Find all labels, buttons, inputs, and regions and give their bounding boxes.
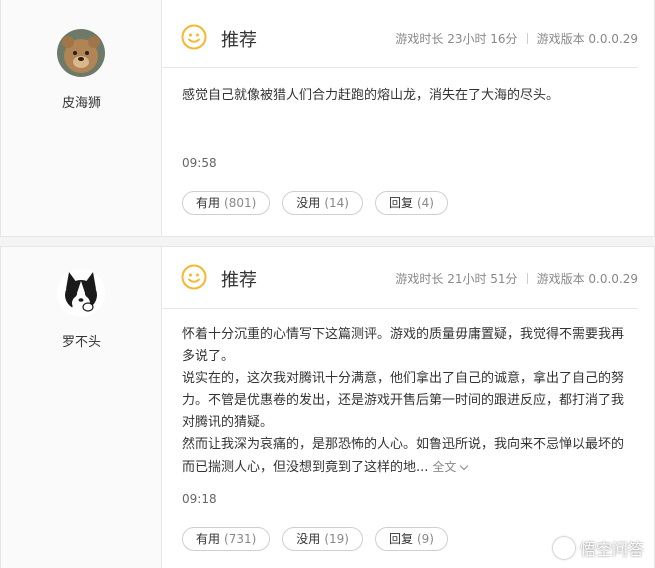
verdict-label: 推荐 xyxy=(221,30,257,51)
useless-label: 没用 xyxy=(296,532,321,546)
avatar[interactable] xyxy=(57,29,105,77)
expand-link[interactable]: 全文 xyxy=(432,460,469,474)
divider xyxy=(526,273,528,284)
reply-label: 回复 xyxy=(388,532,413,546)
username[interactable]: 罗不头 xyxy=(1,331,162,350)
review-main: 推荐 游戏时长 23小时 16分 游戏版本 0.0.0.29 感觉自己就像被猎人们… xyxy=(163,0,654,236)
review-time: 09:58 xyxy=(182,156,217,170)
game-version: 游戏版本 0.0.0.29 xyxy=(536,272,638,286)
review-header: 推荐 游戏时长 23小时 16分 游戏版本 0.0.0.29 xyxy=(163,0,638,68)
review-text: 怀着十分沉重的心情写下这篇测评。游戏的质量毋庸置疑，我觉得不需要我再多说了。 说实… xyxy=(182,327,625,475)
game-version: 游戏版本 0.0.0.29 xyxy=(536,32,638,46)
reply-count: (4) xyxy=(416,196,434,210)
card-separator xyxy=(0,237,655,246)
useless-button[interactable]: 没用 (19) xyxy=(282,527,363,551)
useful-count: (801) xyxy=(224,196,257,210)
wukong-logo-icon xyxy=(552,537,575,559)
reviewer-panel: 皮海狮 xyxy=(1,0,162,236)
expand-label: 全文 xyxy=(432,460,457,474)
review-actions: 有用 (731) 没用 (19) 回复 (9) xyxy=(182,527,448,551)
chevron-down-icon xyxy=(460,461,469,471)
review-meta: 游戏时长 21小时 51分 游戏版本 0.0.0.29 xyxy=(395,270,638,287)
review-card: 罗不头 推荐 游戏时长 21小时 51分 游戏版本 0.0.0.29 怀着十分沉重… xyxy=(0,246,655,568)
husky-avatar-icon xyxy=(57,269,105,317)
review-content: 怀着十分沉重的心情写下这篇测评。游戏的质量毋庸置疑，我觉得不需要我再多说了。 说实… xyxy=(182,324,634,479)
useful-label: 有用 xyxy=(196,196,221,210)
useless-button[interactable]: 没用 (14) xyxy=(282,191,363,215)
reply-label: 回复 xyxy=(388,196,413,210)
divider xyxy=(526,33,528,44)
useless-count: (19) xyxy=(324,532,349,546)
useless-count: (14) xyxy=(324,196,349,210)
playtime: 游戏时长 21小时 51分 xyxy=(395,272,518,286)
review-meta: 游戏时长 23小时 16分 游戏版本 0.0.0.29 xyxy=(395,30,638,47)
reviewer-panel: 罗不头 xyxy=(1,247,162,568)
review-time: 09:18 xyxy=(182,492,217,506)
useful-button[interactable]: 有用 (801) xyxy=(182,191,271,215)
useless-label: 没用 xyxy=(296,196,321,210)
reply-button[interactable]: 回复 (4) xyxy=(374,191,448,215)
playtime: 游戏时长 23小时 16分 xyxy=(395,32,518,46)
avatar[interactable] xyxy=(57,269,105,317)
username[interactable]: 皮海狮 xyxy=(1,92,162,111)
review-card: 皮海狮 推荐 游戏时长 23小时 16分 游戏版本 0.0.0.29 感觉自己就像… xyxy=(0,0,655,237)
reply-count: (9) xyxy=(416,532,434,546)
smile-icon xyxy=(181,264,207,290)
useful-count: (731) xyxy=(224,532,257,546)
smile-icon xyxy=(181,24,207,50)
review-header: 推荐 游戏时长 21小时 51分 游戏版本 0.0.0.29 xyxy=(163,247,638,309)
reply-button[interactable]: 回复 (9) xyxy=(374,527,448,551)
useful-button[interactable]: 有用 (731) xyxy=(182,527,271,551)
review-main: 推荐 游戏时长 21小时 51分 游戏版本 0.0.0.29 怀着十分沉重的心情写… xyxy=(163,247,654,568)
review-content: 感觉自己就像被猎人们合力赶跑的熔山龙，消失在了大海的尽头。 xyxy=(182,88,560,103)
teddy-bear-avatar-icon xyxy=(57,29,105,77)
watermark-text: 悟空问答 xyxy=(579,540,644,559)
watermark: 悟空问答 xyxy=(552,536,644,560)
useful-label: 有用 xyxy=(196,532,221,546)
verdict-label: 推荐 xyxy=(221,270,257,291)
review-actions: 有用 (801) 没用 (14) 回复 (4) xyxy=(182,191,448,215)
